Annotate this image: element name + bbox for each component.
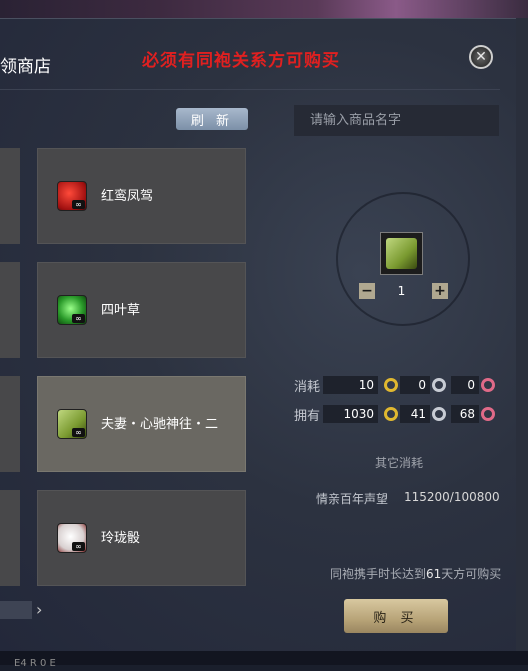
condition-suffix: 天方可购买 — [441, 567, 502, 581]
item-card[interactable]: ∞ 红鸾凤驾 — [37, 148, 246, 244]
horizontal-scrollbar[interactable] — [0, 601, 32, 619]
book-icon: ∞ — [57, 409, 87, 439]
close-button[interactable]: ✕ — [469, 45, 493, 69]
quantity-field[interactable]: 1 — [380, 283, 423, 299]
refresh-button[interactable]: 刷 新 — [176, 108, 248, 130]
warning-text: 必须有同袍关系方可购买 — [142, 51, 340, 71]
buy-button[interactable]: 购 买 — [344, 599, 448, 633]
condition-days: 61 — [426, 567, 442, 581]
owned-silver-value: 41 — [400, 405, 430, 423]
decrease-quantity-button[interactable]: − — [359, 283, 375, 299]
item-preview — [380, 232, 423, 275]
gold-coin-icon — [384, 407, 398, 421]
owned-pink-value: 68 — [451, 405, 479, 423]
cost-gold-value: 10 — [323, 376, 378, 394]
other-cost-label: 其它消耗 — [375, 456, 424, 470]
search-input[interactable]: 请输入商品名字 — [294, 105, 499, 136]
owned-label: 拥有 — [294, 409, 321, 424]
close-icon: ✕ — [475, 49, 487, 65]
gold-coin-icon — [384, 378, 398, 392]
item-card[interactable]: ∞ 玲珑骰 — [37, 490, 246, 586]
increase-quantity-button[interactable]: + — [432, 283, 448, 299]
condition-prefix: 同袍携手时长达到 — [330, 567, 427, 581]
item-card-selected[interactable]: ∞ 夫妻・心驰神往・二 — [37, 376, 246, 472]
item-name: 四叶草 — [101, 303, 141, 318]
cost-pink-value: 0 — [451, 376, 479, 394]
silver-coin-icon — [432, 407, 446, 421]
item-card-partial[interactable] — [0, 376, 20, 472]
clover-icon: ∞ — [57, 295, 87, 325]
bottom-bar: E4 R 0 E — [0, 651, 528, 669]
item-card-partial[interactable] — [0, 262, 20, 358]
item-name: 玲珑骰 — [101, 531, 141, 546]
pink-coin-icon — [481, 407, 495, 421]
bottom-bar-text: E4 R 0 E — [14, 658, 56, 669]
item-card-partial[interactable] — [0, 148, 20, 244]
pink-coin-icon — [481, 378, 495, 392]
infinity-badge: ∞ — [72, 542, 85, 551]
infinity-badge: ∞ — [72, 200, 85, 209]
item-name: 红鸾凤驾 — [101, 189, 154, 204]
owned-gold-value: 1030 — [323, 405, 378, 423]
red-carriage-icon: ∞ — [57, 181, 87, 211]
infinity-badge: ∞ — [72, 314, 85, 323]
item-name: 夫妻・心驰神往・二 — [101, 417, 219, 432]
reputation-label: 情亲百年声望 — [316, 492, 389, 506]
reputation-value: 115200/100800 — [404, 490, 500, 504]
header-divider — [0, 89, 500, 90]
chevron-right-icon[interactable]: › — [36, 600, 42, 619]
page-title: 领商店 — [0, 57, 51, 77]
game-background-strip — [0, 0, 528, 20]
infinity-badge: ∞ — [72, 428, 85, 437]
silver-coin-icon — [432, 378, 446, 392]
book-icon — [386, 238, 417, 269]
cost-label: 消耗 — [294, 380, 321, 395]
purchase-condition: 同袍携手时长达到61天方可购买 — [330, 568, 516, 581]
dice-icon: ∞ — [57, 523, 87, 553]
panel-edge — [516, 18, 528, 651]
item-card[interactable]: ∞ 四叶草 — [37, 262, 246, 358]
item-card-partial[interactable] — [0, 490, 20, 586]
cost-silver-value: 0 — [400, 376, 430, 394]
